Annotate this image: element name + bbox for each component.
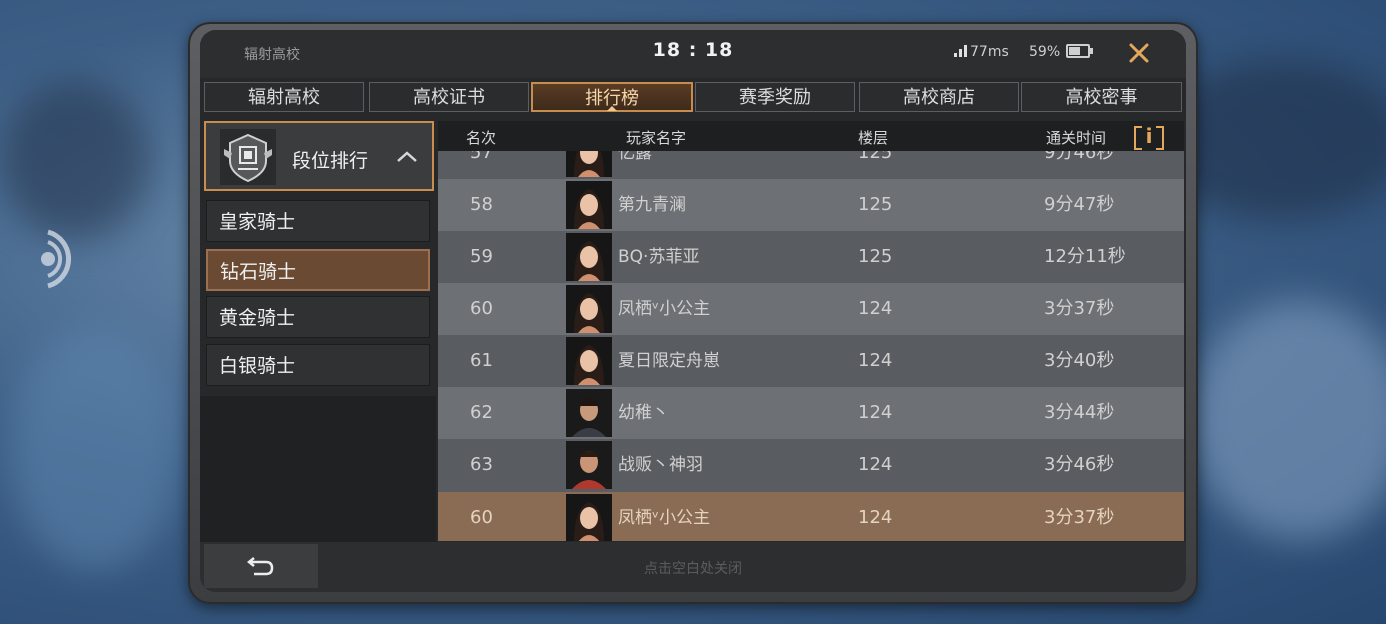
player-avatar [566,389,612,437]
row-rank: 59 [470,246,493,267]
row-time: 12分11秒 [1044,246,1126,267]
tier-item-gold-knight[interactable]: 黄金骑士 [206,296,430,338]
chevron-up-icon [397,151,417,162]
ping-indicator: 77ms [954,44,1009,60]
phone-screen: 辐射高校 18 : 18 77ms 59% 辐射高校 高校证书 排行榜 赛季奖励… [200,30,1186,592]
row-time: 3分40秒 [1044,350,1115,371]
tab-school[interactable]: 辐射高校 [204,82,364,112]
tier-list-background [200,396,436,542]
row-time: 3分44秒 [1044,402,1115,423]
row-time: 9分47秒 [1044,194,1115,215]
battery-icon [1066,44,1094,58]
tab-leaderboard[interactable]: 排行榜 [531,82,693,112]
table-row[interactable]: 58 第九青澜 125 9分47秒 [438,179,1184,231]
player-avatar [566,233,612,281]
row-rank: 58 [470,194,493,215]
row-rank: 61 [470,350,493,371]
player-avatar [566,337,612,385]
row-player-name: 第九青澜 [618,195,686,215]
bottom-bar: 点击空白处关闭 [200,542,1186,592]
row-player-name: 幼稚丶 [618,403,669,423]
row-player-name: 凤栖ᵛ小公主 [618,508,711,528]
row-player-name: 夏日限定舟崽 [618,351,720,371]
tier-item-diamond-knight[interactable]: 钻石骑士 [206,249,430,291]
player-avatar [566,285,612,333]
ping-value: 77ms [970,44,1009,60]
rank-emblem-icon [220,129,276,185]
table-row[interactable]: 57 忆露 125 9分46秒 [438,151,1184,179]
tab-active-caret [607,106,617,111]
row-floor: 124 [858,454,893,475]
row-floor: 125 [858,151,893,163]
signal-icon [954,45,967,57]
row-floor: 125 [858,194,893,215]
row-rank: 60 [470,298,493,319]
row-player-name: 战贩丶神羽 [618,455,703,475]
leaderboard-header: 名次 玩家名字 楼层 通关时间 i [438,121,1184,151]
row-floor: 124 [858,402,893,423]
battery-fill [1069,47,1080,55]
tier-item-royal-knight[interactable]: 皇家骑士 [206,200,430,242]
tab-bar: 辐射高校 高校证书 排行榜 赛季奖励 高校商店 高校密事 [204,82,1182,114]
side-dial-icon [41,229,72,289]
close-icon [1129,43,1149,63]
tab-season-rewards[interactable]: 赛季奖励 [695,82,855,112]
row-rank: 63 [470,454,493,475]
row-player-name: 忆露 [618,151,652,163]
rank-category-label: 段位排行 [292,150,369,172]
row-rank: 62 [470,402,493,423]
row-time: 9分46秒 [1044,151,1115,163]
col-time: 通关时间 [1046,129,1107,147]
player-avatar [566,494,612,541]
self-rank-row[interactable]: 60 凤栖ᵛ小公主 124 3分37秒 [438,492,1184,541]
battery-indicator: 59% [1029,44,1094,60]
tab-certificate[interactable]: 高校证书 [369,82,529,112]
row-time: 3分46秒 [1044,454,1115,475]
row-rank: 60 [470,507,493,528]
player-avatar [566,441,612,489]
close-hint: 点击空白处关闭 [644,561,742,577]
row-floor: 124 [858,350,893,371]
tab-school-secrets[interactable]: 高校密事 [1021,82,1182,112]
player-avatar [566,181,612,229]
col-rank: 名次 [466,129,497,147]
row-floor: 124 [858,507,893,528]
battery-percent: 59% [1029,44,1061,60]
rank-category-header[interactable]: 段位排行 [204,121,434,191]
table-row[interactable]: 60 凤栖ᵛ小公主 124 3分37秒 [438,283,1184,335]
row-rank: 57 [470,151,493,163]
row-time: 3分37秒 [1044,298,1115,319]
table-row[interactable]: 61 夏日限定舟崽 124 3分40秒 [438,335,1184,387]
table-row[interactable]: 62 幼稚丶 124 3分44秒 [438,387,1184,439]
row-time: 3分37秒 [1044,507,1115,528]
table-row[interactable]: 59 BQ·苏菲亚 125 12分11秒 [438,231,1184,283]
info-icon[interactable]: i [1134,124,1164,150]
row-floor: 125 [858,246,893,267]
row-floor: 124 [858,298,893,319]
close-button[interactable] [1124,38,1154,68]
table-row[interactable]: 63 战贩丶神羽 124 3分46秒 [438,439,1184,491]
tier-item-silver-knight[interactable]: 白银骑士 [206,344,430,386]
status-bar: 辐射高校 18 : 18 77ms 59% [200,30,1186,78]
row-player-name: BQ·苏菲亚 [618,247,700,267]
row-player-name: 凤栖ᵛ小公主 [618,299,711,319]
player-avatar [566,151,612,177]
col-player: 玩家名字 [626,129,687,147]
col-floor: 楼层 [858,129,889,147]
leaderboard-table[interactable]: 57 忆露 125 9分46秒 58 第九青澜 125 9分47秒 59 BQ·苏菲亚 125 12分… [438,151,1184,541]
tab-school-shop[interactable]: 高校商店 [859,82,1019,112]
